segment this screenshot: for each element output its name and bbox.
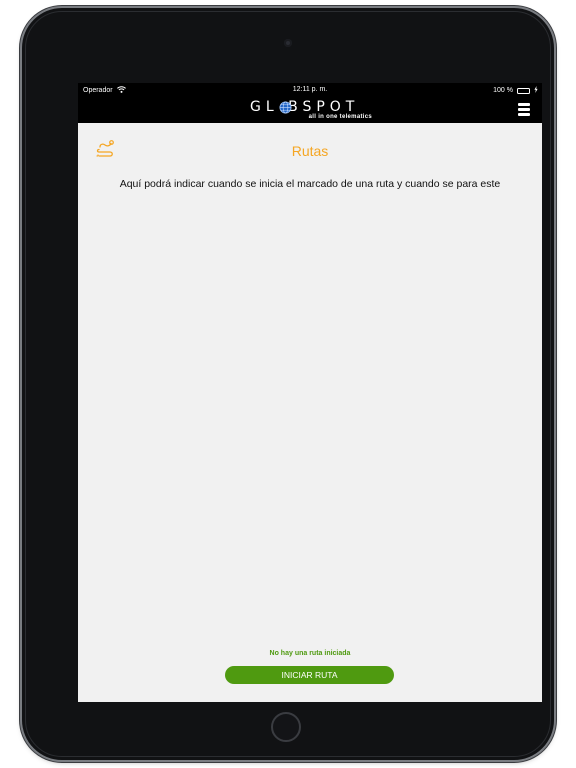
charging-icon xyxy=(534,86,538,95)
app-screen: Operador 12:11 p. m. 100 % GL BSPOT all … xyxy=(78,83,542,702)
start-route-button[interactable]: INICIAR RUTA xyxy=(225,666,394,684)
hamburger-menu-button[interactable] xyxy=(518,103,530,116)
logo-wordmark: GL BSPOT xyxy=(250,99,360,115)
logo-tagline: all in one telematics xyxy=(308,114,372,120)
hamburger-icon-bar xyxy=(518,103,530,106)
globspot-logo: GL BSPOT all in one telematics xyxy=(250,99,372,121)
clock: 12:11 p. m. xyxy=(292,86,328,93)
route-status-text: No hay una ruta iniciada xyxy=(269,650,351,657)
hamburger-icon-bar xyxy=(518,113,530,116)
battery-percent: 100 % xyxy=(493,87,513,94)
battery-icon xyxy=(517,87,530,94)
home-button[interactable] xyxy=(271,712,301,742)
tablet-frame: Operador 12:11 p. m. 100 % GL BSPOT all … xyxy=(22,8,554,760)
page-title: Rutas xyxy=(291,143,329,159)
navigation-bar: GL BSPOT all in one telematics xyxy=(78,97,542,123)
front-camera xyxy=(284,39,292,47)
globe-icon xyxy=(279,101,292,114)
status-bar: Operador 12:11 p. m. 100 % xyxy=(78,83,542,97)
routes-content: Rutas Aquí podrá indicar cuando se inici… xyxy=(78,123,542,702)
hamburger-icon-bar xyxy=(518,108,530,111)
page-description: Aquí podrá indicar cuando se inicia el m… xyxy=(119,178,501,190)
